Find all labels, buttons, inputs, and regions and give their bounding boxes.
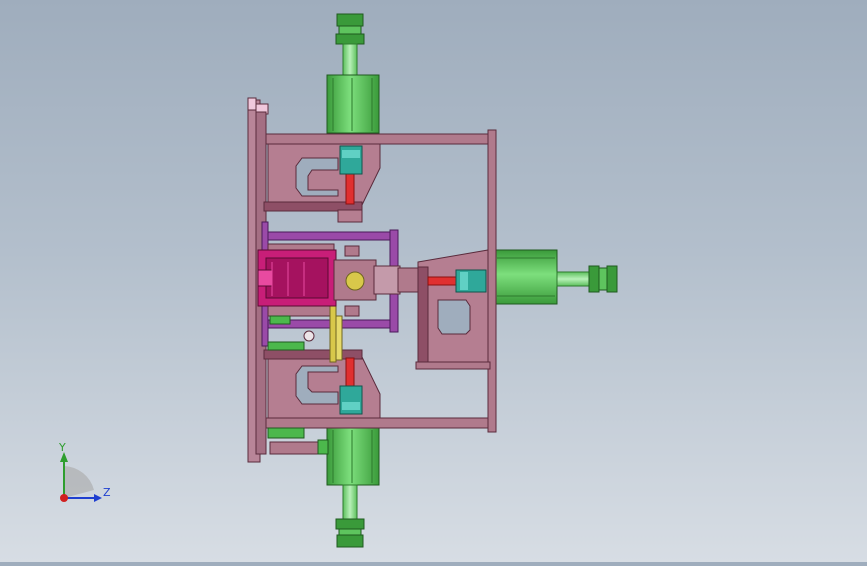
right-cylinder[interactable] [494, 249, 618, 305]
right-bracket[interactable] [415, 249, 491, 370]
lower-bracket[interactable] [263, 349, 381, 419]
upper-bracket[interactable] [263, 143, 381, 223]
z-axis-label: Z [103, 486, 111, 499]
y-axis-label: Y [59, 441, 66, 454]
x-axis-point [60, 494, 68, 502]
top-cylinder[interactable] [326, 13, 380, 134]
pneumatic-fixture-model[interactable] [0, 0, 867, 562]
cad-viewport[interactable]: Y Z [0, 0, 867, 562]
triad-graphic [60, 452, 102, 502]
axis-triad: Y Z [40, 440, 120, 510]
center-assembly[interactable] [257, 221, 419, 363]
bottom-cylinder[interactable] [326, 426, 380, 548]
z-axis-arrow [94, 494, 102, 502]
